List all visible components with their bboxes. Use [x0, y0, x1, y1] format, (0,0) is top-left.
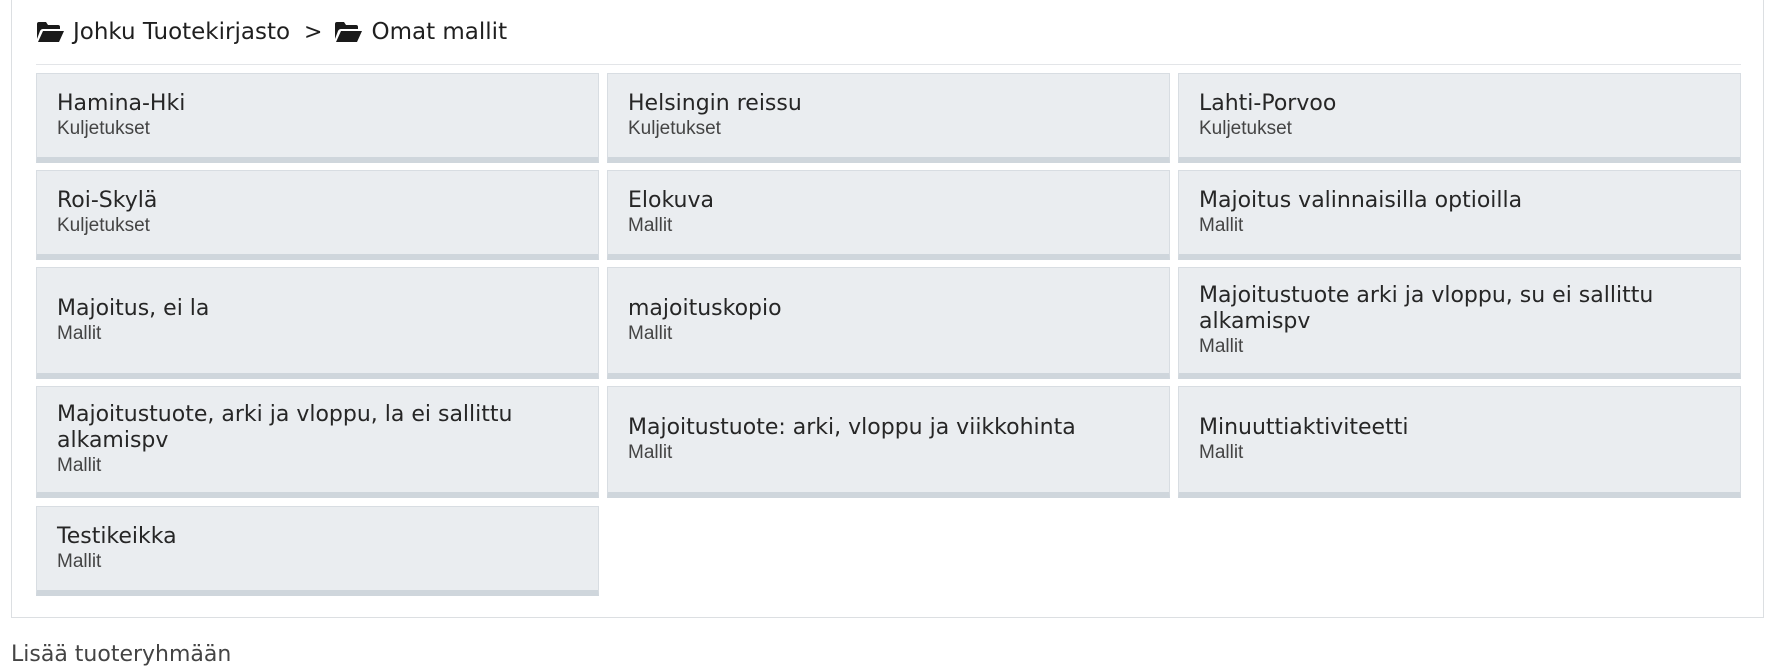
product-category: Kuljetukset — [57, 117, 150, 139]
add-to-product-group-heading: Lisää tuoteryhmään — [11, 642, 232, 667]
product-card[interactable]: Lahti-Porvoo Kuljetukset — [1178, 73, 1741, 163]
product-card[interactable]: Majoitustuote arki ja vloppu, su ei sall… — [1178, 267, 1741, 379]
product-card[interactable]: Majoitus valinnaisilla optioilla Mallit — [1178, 170, 1741, 260]
product-card[interactable]: Majoitustuote, arki ja vloppu, la ei sal… — [36, 386, 599, 498]
product-category: Mallit — [628, 441, 673, 463]
product-category: Mallit — [57, 322, 102, 344]
product-title: Helsingin reissu — [628, 90, 802, 116]
product-title: Elokuva — [628, 187, 714, 213]
product-category: Mallit — [1199, 441, 1244, 463]
product-card[interactable]: Helsingin reissu Kuljetukset — [607, 73, 1170, 163]
product-card[interactable]: majoituskopio Mallit — [607, 267, 1170, 379]
product-card[interactable]: Hamina-Hki Kuljetukset — [36, 73, 599, 163]
breadcrumb-label: Omat mallit — [371, 19, 508, 45]
folder-open-icon — [335, 22, 363, 42]
breadcrumb-item-library[interactable]: Johku Tuotekirjasto — [36, 19, 290, 45]
product-category: Kuljetukset — [57, 214, 150, 236]
divider — [36, 64, 1741, 65]
product-category: Mallit — [1199, 214, 1244, 236]
product-category: Mallit — [628, 214, 673, 236]
product-title: Majoitustuote: arki, vloppu ja viikkohin… — [628, 414, 1076, 440]
product-title: Majoitustuote, arki ja vloppu, la ei sal… — [57, 401, 513, 453]
product-card[interactable]: Testikeikka Mallit — [36, 506, 599, 596]
product-category: Kuljetukset — [1199, 117, 1292, 139]
product-title: Majoitus, ei la — [57, 295, 210, 321]
product-title: Roi-Skylä — [57, 187, 158, 213]
product-title: majoituskopio — [628, 295, 782, 321]
product-category: Mallit — [57, 454, 102, 476]
product-title: Majoitus valinnaisilla optioilla — [1199, 187, 1523, 213]
product-category: Mallit — [57, 550, 102, 572]
product-category: Mallit — [1199, 335, 1244, 357]
breadcrumb-separator: > — [304, 19, 323, 45]
product-library-panel: Johku Tuotekirjasto > Omat mallit Hamina… — [11, 0, 1764, 618]
product-card[interactable]: Majoitus, ei la Mallit — [36, 267, 599, 379]
product-category: Mallit — [628, 322, 673, 344]
product-card[interactable]: Roi-Skylä Kuljetukset — [36, 170, 599, 260]
product-card[interactable]: Elokuva Mallit — [607, 170, 1170, 260]
product-card[interactable]: Minuuttiaktiviteetti Mallit — [1178, 386, 1741, 498]
product-category: Kuljetukset — [628, 117, 721, 139]
product-title: Hamina-Hki — [57, 90, 186, 116]
product-card[interactable]: Majoitustuote: arki, vloppu ja viikkohin… — [607, 386, 1170, 498]
breadcrumb: Johku Tuotekirjasto > Omat mallit — [36, 14, 507, 50]
breadcrumb-item-own-templates[interactable]: Omat mallit — [334, 19, 507, 45]
breadcrumb-label: Johku Tuotekirjasto — [73, 19, 291, 45]
product-title: Majoitustuote arki ja vloppu, su ei sall… — [1199, 282, 1654, 334]
product-title: Minuuttiaktiviteetti — [1199, 414, 1409, 440]
folder-open-icon — [37, 22, 64, 42]
product-title: Testikeikka — [57, 523, 177, 549]
product-title: Lahti-Porvoo — [1199, 90, 1337, 116]
